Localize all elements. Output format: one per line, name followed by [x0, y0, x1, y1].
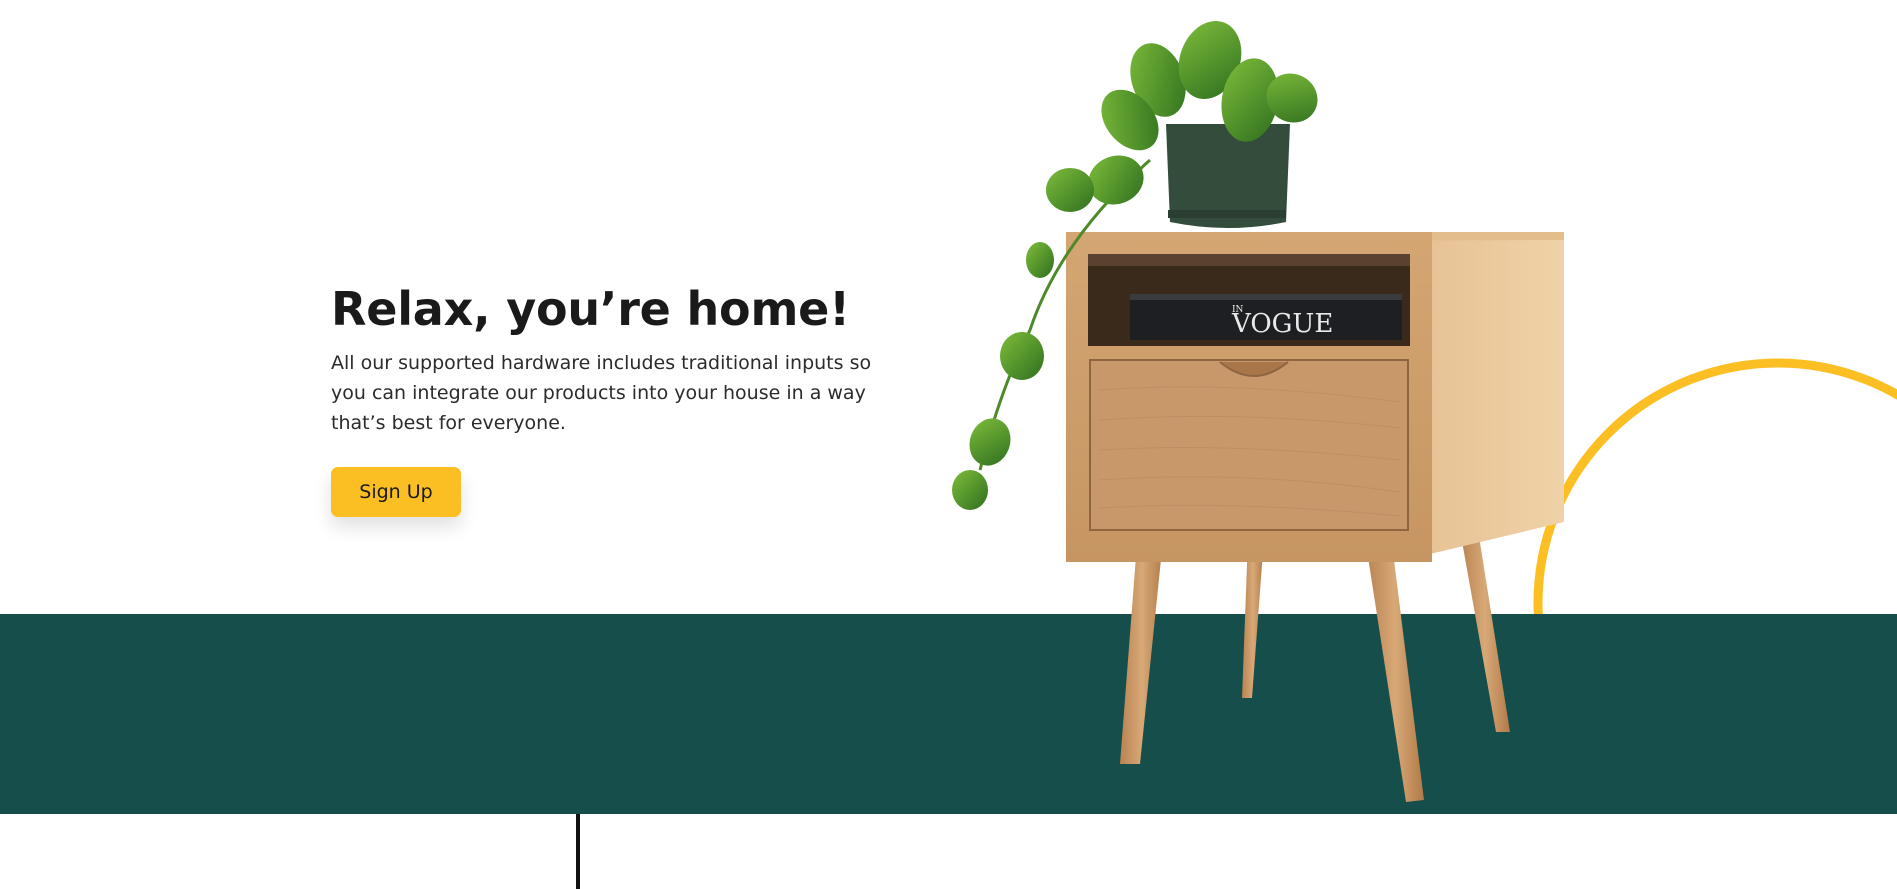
book-title: VOGUE — [1231, 309, 1333, 339]
cable-line — [576, 814, 580, 889]
nightstand-image: VOGUE IN — [952, 21, 1564, 802]
hero-section: Relax, you’re home! All our supported ha… — [331, 282, 911, 438]
decorative-ring — [1530, 355, 1897, 614]
sign-up-button[interactable]: Sign Up — [331, 467, 461, 517]
hero-description: All our supported hardware includes trad… — [331, 352, 872, 434]
book-prefix: IN — [1232, 305, 1244, 315]
page-title: Relax, you’re home! — [331, 282, 850, 336]
